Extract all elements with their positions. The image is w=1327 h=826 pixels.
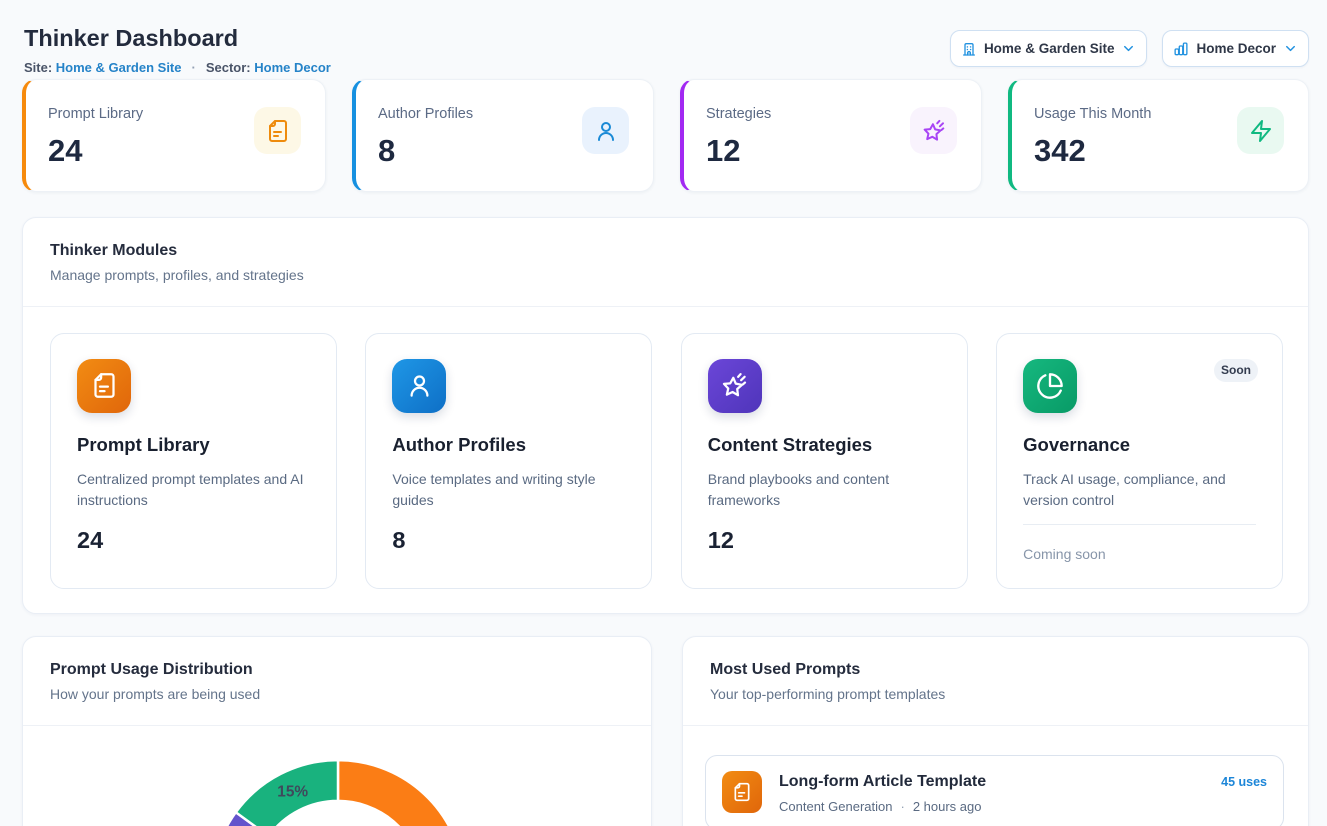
svg-text:15%: 15% xyxy=(277,783,308,800)
